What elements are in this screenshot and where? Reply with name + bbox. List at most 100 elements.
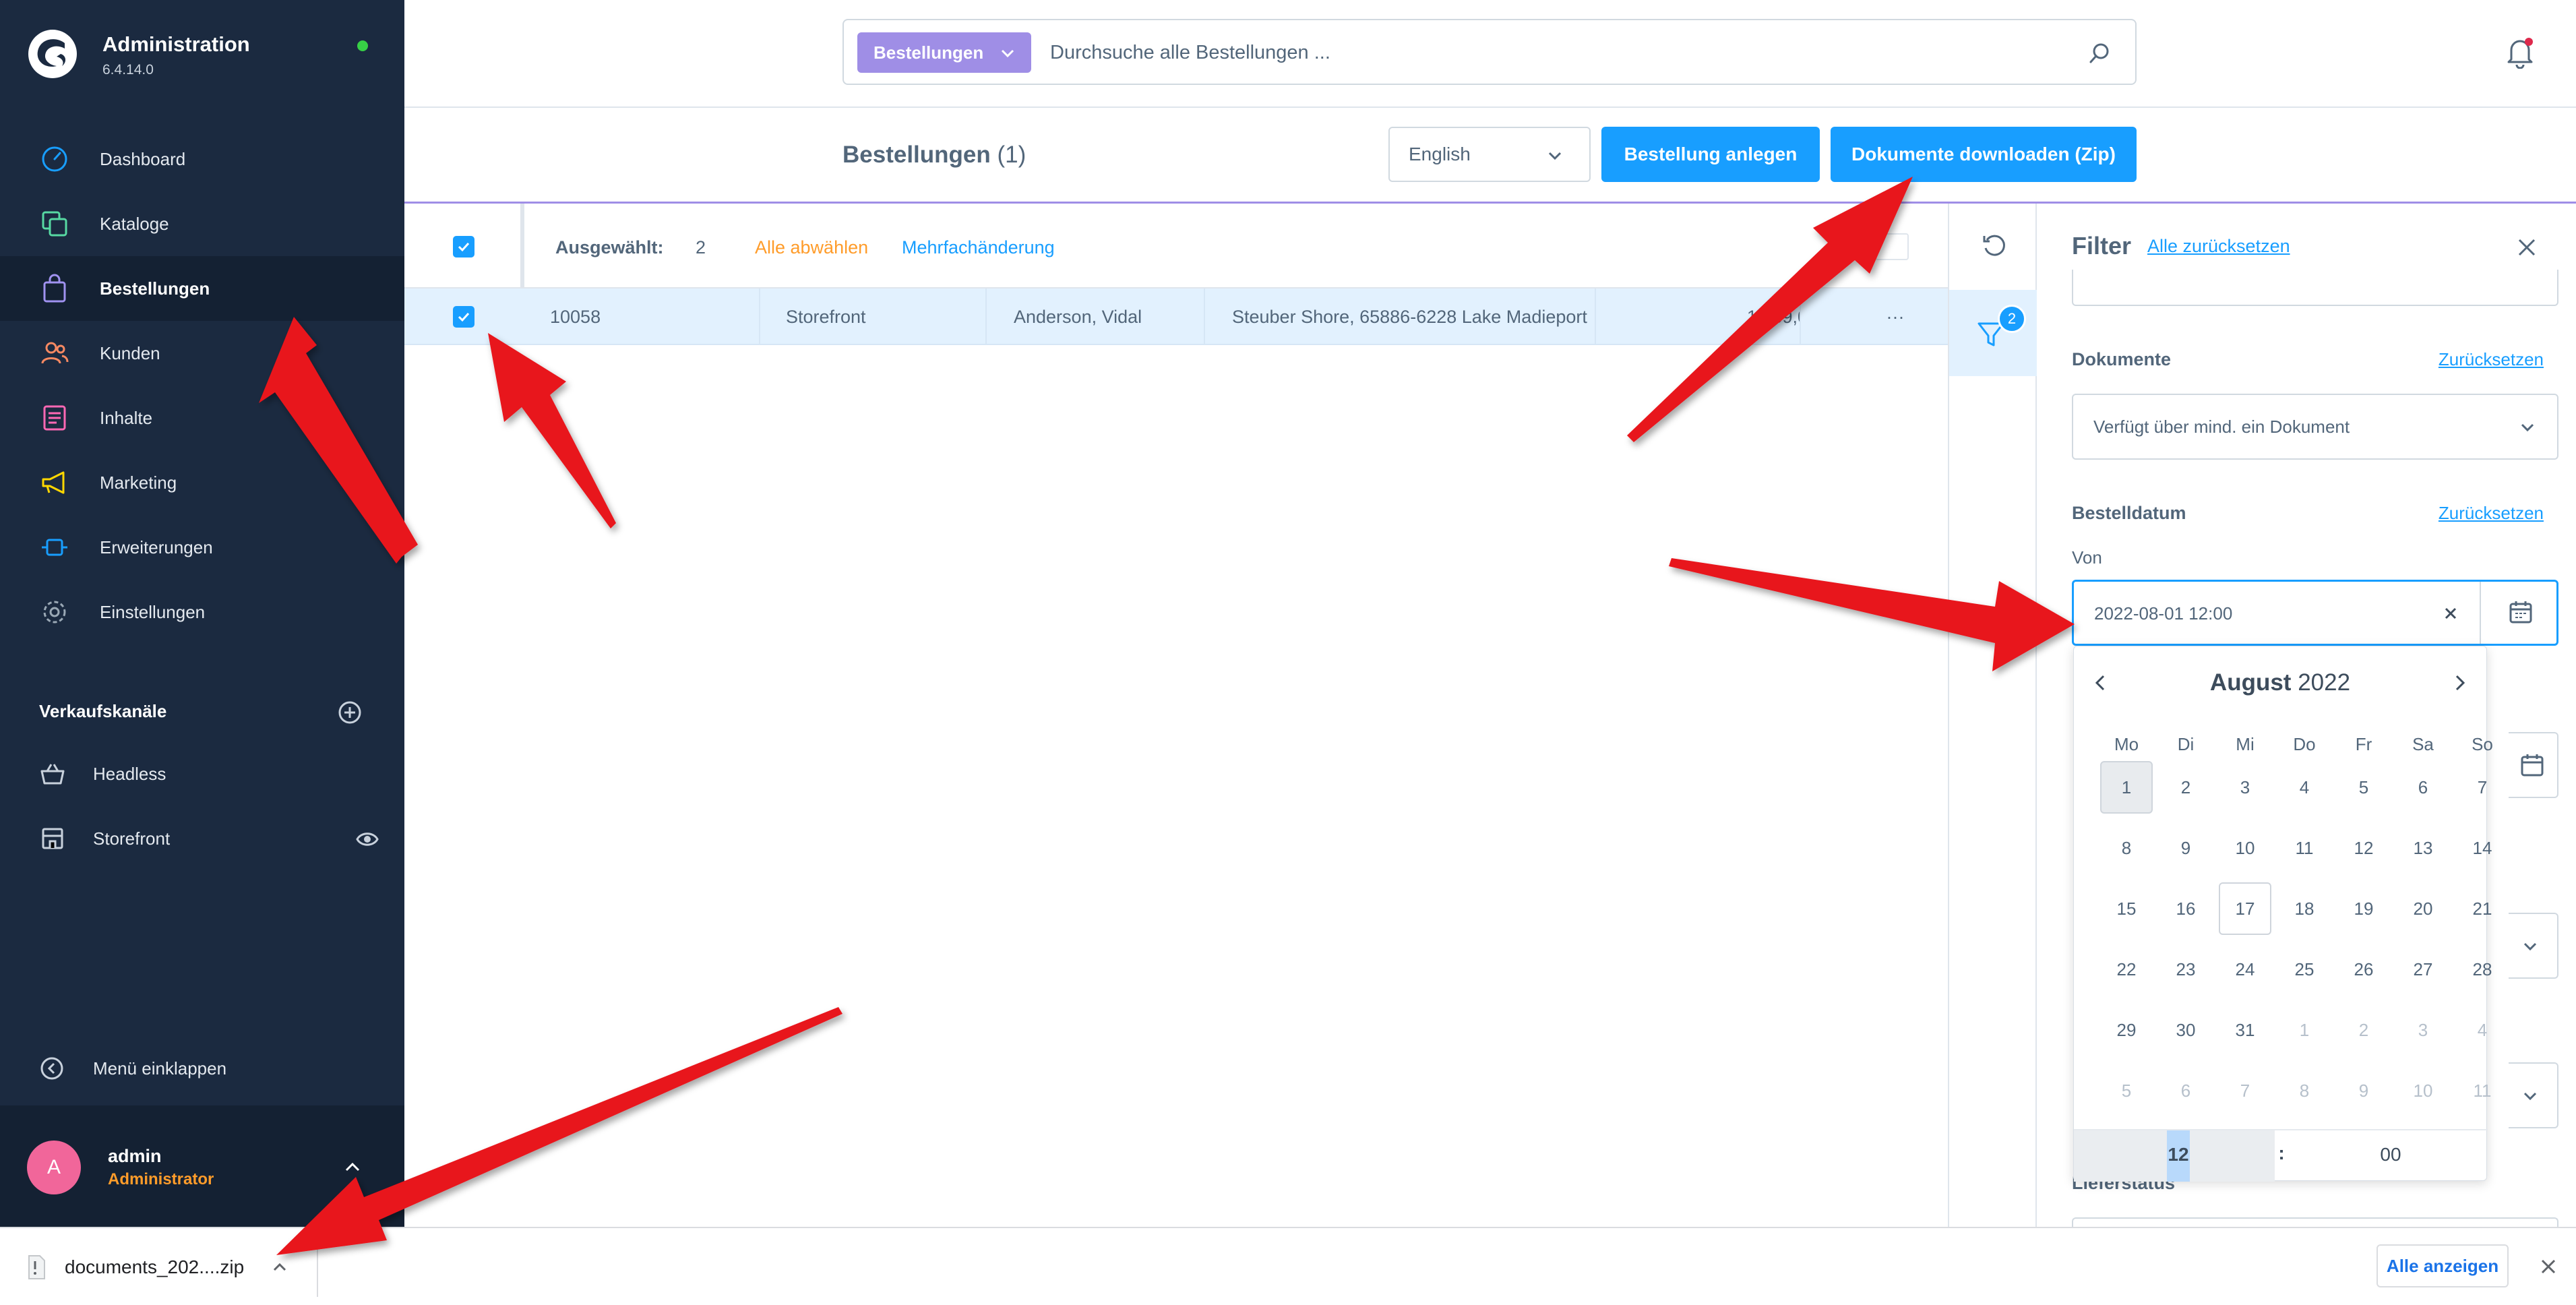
- notification-bell-icon[interactable]: [2503, 35, 2537, 69]
- calendar-day[interactable]: 15: [2100, 882, 2153, 935]
- calendar-month[interactable]: August: [2210, 669, 2292, 696]
- calendar-day[interactable]: 12: [2337, 822, 2390, 874]
- previous-filter-field[interactable]: [2072, 270, 2558, 306]
- calendar-day[interactable]: 26: [2337, 943, 2390, 996]
- weekday-header: Sa: [2412, 734, 2434, 754]
- calendar-day[interactable]: 20: [2397, 882, 2449, 935]
- search-scope-dropdown[interactable]: Bestellungen: [857, 32, 1031, 73]
- nav-item-customers[interactable]: Kunden: [0, 321, 404, 386]
- chevron-up-icon[interactable]: [342, 1157, 363, 1177]
- user-menu[interactable]: A admin Administrator: [0, 1105, 404, 1227]
- minute-input[interactable]: 00: [2350, 1144, 2431, 1165]
- nav-item-content[interactable]: Inhalte: [0, 386, 404, 450]
- bulk-edit-link[interactable]: Mehrfachänderung: [902, 237, 1055, 258]
- calendar-day[interactable]: 17: [2219, 882, 2271, 935]
- nav-item-dashboard[interactable]: Dashboard: [0, 127, 404, 191]
- documents-reset-link[interactable]: Zurücksetzen: [2439, 349, 2544, 370]
- status-filter-select[interactable]: [2509, 913, 2558, 979]
- calendar-day[interactable]: 29: [2100, 1004, 2153, 1056]
- documents-filter-select[interactable]: Verfügt über mind. ein Dokument: [2072, 394, 2558, 460]
- calendar-day[interactable]: 30: [2159, 1004, 2212, 1056]
- calendar-day[interactable]: 7: [2456, 761, 2509, 814]
- channel-headless[interactable]: Headless: [39, 754, 376, 794]
- calendar-day[interactable]: 24: [2219, 943, 2271, 996]
- calendar-day[interactable]: 28: [2456, 943, 2509, 996]
- calendar-day[interactable]: 10: [2397, 1064, 2449, 1117]
- calendar-day[interactable]: 8: [2278, 1064, 2331, 1117]
- reset-all-filters-link[interactable]: Alle zurücksetzen: [2147, 236, 2290, 257]
- collapse-menu[interactable]: Menü einklappen: [39, 1056, 226, 1081]
- nav-label: Kunden: [100, 342, 160, 363]
- table-row[interactable]: 10058 Storefront Anderson, Vidal Steuber…: [404, 289, 1948, 345]
- calendar-day[interactable]: 23: [2159, 943, 2212, 996]
- shopware-logo-icon[interactable]: [27, 28, 78, 80]
- calendar-day[interactable]: 4: [2456, 1004, 2509, 1056]
- order-date-reset-link[interactable]: Zurücksetzen: [2439, 503, 2544, 524]
- calendar-day[interactable]: 7: [2219, 1064, 2271, 1117]
- calendar-day[interactable]: 5: [2337, 761, 2390, 814]
- calendar-day[interactable]: 9: [2159, 822, 2212, 874]
- calendar-day[interactable]: 1: [2278, 1004, 2331, 1056]
- add-sales-channel-icon[interactable]: [337, 700, 363, 725]
- filter-tab[interactable]: 2: [1949, 290, 2037, 376]
- search-icon[interactable]: [2088, 42, 2111, 65]
- calendar-day[interactable]: 6: [2397, 761, 2449, 814]
- download-item[interactable]: documents_202....zip: [27, 1248, 288, 1286]
- chevron-up-icon[interactable]: [271, 1258, 288, 1276]
- select-all-checkbox[interactable]: [453, 236, 474, 257]
- cell-amount: 1.059,0: [1595, 289, 1800, 345]
- close-icon[interactable]: [2515, 236, 2538, 259]
- calendar-day[interactable]: 8: [2100, 822, 2153, 874]
- calendar-day[interactable]: 14: [2456, 822, 2509, 874]
- close-icon[interactable]: [2538, 1256, 2558, 1277]
- nav-item-marketing[interactable]: Marketing: [0, 450, 404, 515]
- calendar-day[interactable]: 6: [2159, 1064, 2212, 1117]
- nav-item-extensions[interactable]: Erweiterungen: [0, 515, 404, 580]
- column-settings-button[interactable]: [1875, 233, 1909, 260]
- eye-icon[interactable]: [356, 828, 379, 851]
- calendar-day[interactable]: 11: [2278, 822, 2331, 874]
- refresh-icon[interactable]: [1979, 231, 2008, 260]
- calendar-day[interactable]: 13: [2397, 822, 2449, 874]
- filter-title: Filter: [2072, 232, 2132, 260]
- calendar-day[interactable]: 18: [2278, 882, 2331, 935]
- clear-icon[interactable]: [2441, 603, 2461, 624]
- language-select[interactable]: English: [1388, 127, 1591, 182]
- calendar-day[interactable]: 3: [2219, 761, 2271, 814]
- row-checkbox[interactable]: [453, 306, 474, 328]
- nav-item-catalogs[interactable]: Kataloge: [0, 191, 404, 256]
- calendar-day[interactable]: 5: [2100, 1064, 2153, 1117]
- calendar-day[interactable]: 3: [2397, 1004, 2449, 1056]
- calendar-day[interactable]: 21: [2456, 882, 2509, 935]
- calendar-day[interactable]: 19: [2337, 882, 2390, 935]
- create-order-button[interactable]: Bestellung anlegen: [1601, 127, 1820, 182]
- download-documents-zip-button[interactable]: Dokumente downloaden (Zip): [1831, 127, 2137, 182]
- channel-storefront[interactable]: Storefront: [39, 818, 379, 859]
- cell-order-number[interactable]: 10058: [528, 289, 759, 345]
- calendar-day[interactable]: 10: [2219, 822, 2271, 874]
- calendar-day[interactable]: 4: [2278, 761, 2331, 814]
- calendar-day[interactable]: 2: [2337, 1004, 2390, 1056]
- search-input[interactable]: [1050, 35, 2061, 70]
- calendar-day[interactable]: 22: [2100, 943, 2153, 996]
- calendar-day[interactable]: 25: [2278, 943, 2331, 996]
- from-date-input[interactable]: 2022-08-01 12:00: [2072, 580, 2558, 646]
- calendar-day[interactable]: 27: [2397, 943, 2449, 996]
- calendar-button[interactable]: [2480, 582, 2559, 644]
- deselect-all-link[interactable]: Alle abwählen: [755, 237, 868, 258]
- nav-item-orders[interactable]: Bestellungen: [0, 256, 404, 321]
- hour-input[interactable]: 12: [2074, 1130, 2275, 1182]
- calendar-day[interactable]: 16: [2159, 882, 2212, 935]
- calendar-day[interactable]: 9: [2337, 1064, 2390, 1117]
- nav-item-settings[interactable]: Einstellungen: [0, 580, 404, 644]
- row-actions-button[interactable]: ···: [1800, 289, 1949, 345]
- calendar-day[interactable]: 2: [2159, 761, 2212, 814]
- calendar-day[interactable]: 1: [2100, 761, 2153, 814]
- calendar-day[interactable]: 11: [2456, 1064, 2509, 1117]
- show-all-downloads-button[interactable]: Alle anzeigen: [2376, 1244, 2509, 1287]
- calendar-day[interactable]: 31: [2219, 1004, 2271, 1056]
- to-date-calendar-button[interactable]: [2509, 732, 2558, 798]
- chevron-right-icon[interactable]: [2449, 672, 2470, 694]
- payment-status-filter-select[interactable]: [2509, 1062, 2558, 1128]
- calendar-year[interactable]: 2022: [2298, 669, 2350, 696]
